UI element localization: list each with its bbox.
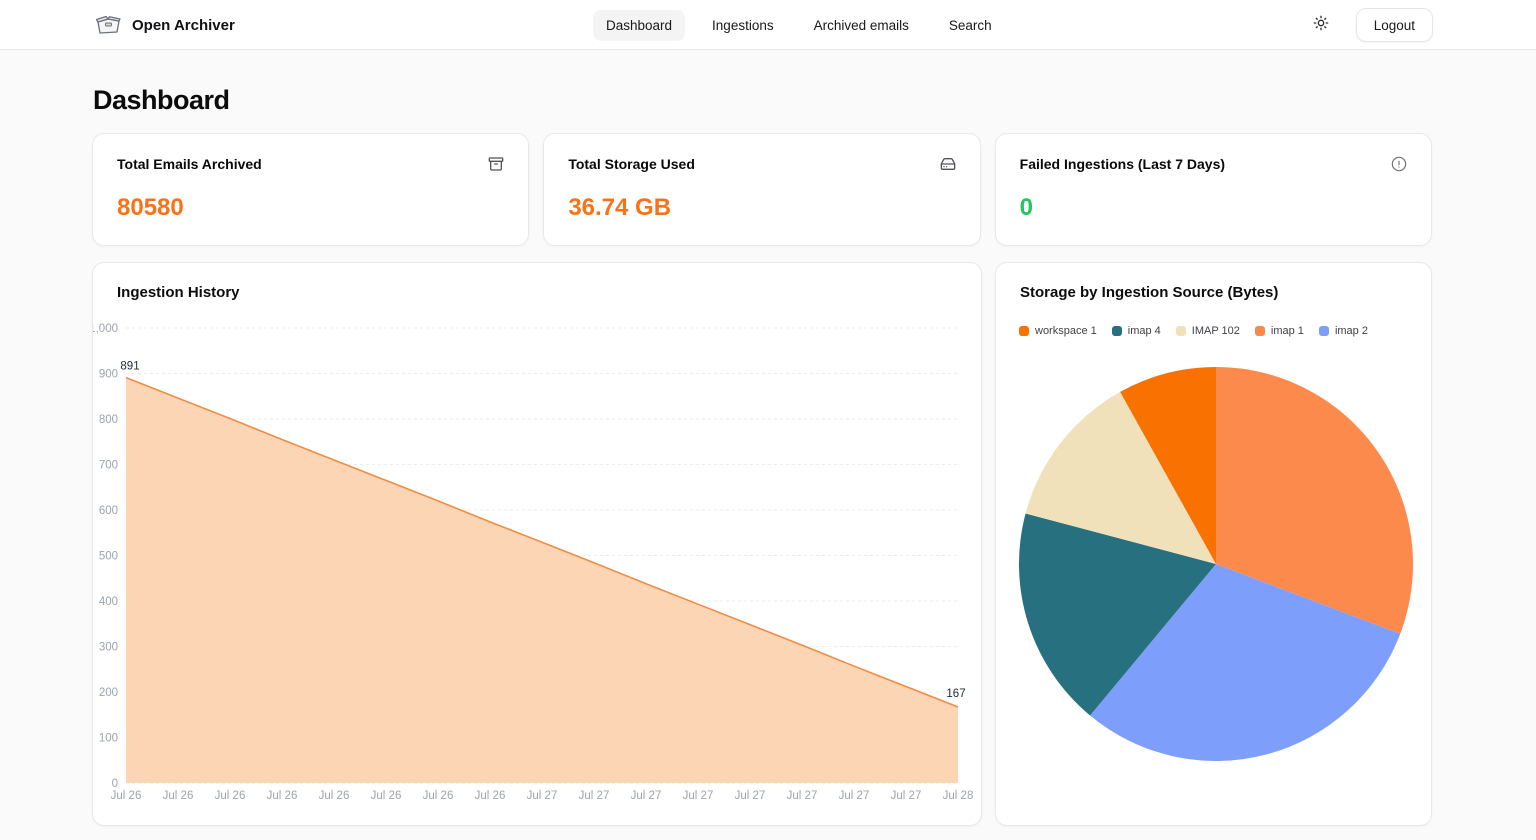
stat-value: 36.74 GB	[568, 194, 955, 222]
svg-text:300: 300	[99, 642, 118, 654]
ingestion-history-chart: 0 100 200 300 400 500 600 700 800 900 1,000 Jul 26 J…	[93, 263, 983, 827]
app-logo-icon	[95, 13, 122, 37]
stat-title: Total Storage Used	[568, 156, 695, 172]
svg-text:Jul 27: Jul 27	[527, 790, 558, 802]
svg-text:891: 891	[120, 361, 139, 373]
stat-card-total-storage: Total Storage Used 36.74 GB	[543, 133, 980, 246]
svg-text:0: 0	[112, 778, 118, 790]
theme-toggle-button[interactable]	[1307, 11, 1335, 39]
svg-text:Jul 26: Jul 26	[163, 790, 194, 802]
stat-value: 0	[1020, 194, 1407, 222]
svg-text:700: 700	[99, 460, 118, 472]
logout-button[interactable]: Logout	[1356, 8, 1433, 42]
svg-text:500: 500	[99, 551, 118, 563]
svg-text:Jul 26: Jul 26	[267, 790, 298, 802]
svg-text:600: 600	[99, 505, 118, 517]
svg-text:Jul 26: Jul 26	[215, 790, 246, 802]
svg-text:200: 200	[99, 687, 118, 699]
stat-title: Total Emails Archived	[117, 156, 262, 172]
brand[interactable]: Open Archiver	[95, 0, 235, 50]
stat-title: Failed Ingestions (Last 7 Days)	[1020, 156, 1225, 172]
stat-value: 80580	[117, 194, 504, 222]
dashboard-page: Open Archiver Dashboard Ingestions Archi…	[0, 0, 1536, 840]
sun-icon	[1313, 15, 1329, 36]
nav-item-ingestions[interactable]: Ingestions	[699, 10, 787, 41]
page-title: Dashboard	[93, 85, 230, 116]
svg-text:Jul 27: Jul 27	[891, 790, 922, 802]
hard-drive-icon	[940, 156, 956, 172]
nav-right-controls: Logout	[1307, 0, 1433, 50]
brand-name: Open Archiver	[132, 17, 235, 34]
svg-text:Jul 26: Jul 26	[319, 790, 350, 802]
alert-circle-icon	[1391, 156, 1407, 172]
stat-card-failed-ingestions: Failed Ingestions (Last 7 Days) 0	[995, 133, 1432, 246]
archive-icon	[488, 156, 504, 172]
nav-item-archived-emails[interactable]: Archived emails	[801, 10, 922, 41]
svg-text:Jul 26: Jul 26	[423, 790, 454, 802]
ingestion-history-card: Ingestion History 0100200300400500600700…	[92, 262, 982, 826]
top-nav: Open Archiver Dashboard Ingestions Archi…	[0, 0, 1536, 50]
svg-text:Jul 27: Jul 27	[631, 790, 662, 802]
nav-item-search[interactable]: Search	[936, 10, 1005, 41]
svg-text:Jul 26: Jul 26	[111, 790, 142, 802]
svg-text:Jul 27: Jul 27	[839, 790, 870, 802]
nav-item-dashboard[interactable]: Dashboard	[593, 10, 685, 41]
svg-text:1,000: 1,000	[93, 323, 118, 335]
storage-by-source-pie-chart	[996, 263, 1433, 827]
svg-text:900: 900	[99, 369, 118, 381]
storage-by-source-card: Storage by Ingestion Source (Bytes) work…	[995, 262, 1432, 826]
stat-card-total-emails: Total Emails Archived 80580	[92, 133, 529, 246]
svg-text:Jul 27: Jul 27	[787, 790, 818, 802]
svg-text:100: 100	[99, 733, 118, 745]
stats-row: Total Emails Archived 80580 Total Storag…	[92, 133, 1432, 246]
svg-text:Jul 27: Jul 27	[735, 790, 766, 802]
svg-text:Jul 28: Jul 28	[943, 790, 974, 802]
svg-text:Jul 27: Jul 27	[683, 790, 714, 802]
svg-text:400: 400	[99, 596, 118, 608]
svg-text:Jul 26: Jul 26	[371, 790, 402, 802]
svg-text:Jul 27: Jul 27	[579, 790, 610, 802]
svg-text:167: 167	[946, 688, 965, 700]
nav-menu: Dashboard Ingestions Archived emails Sea…	[593, 0, 1005, 50]
svg-text:800: 800	[99, 414, 118, 426]
svg-text:Jul 26: Jul 26	[475, 790, 506, 802]
